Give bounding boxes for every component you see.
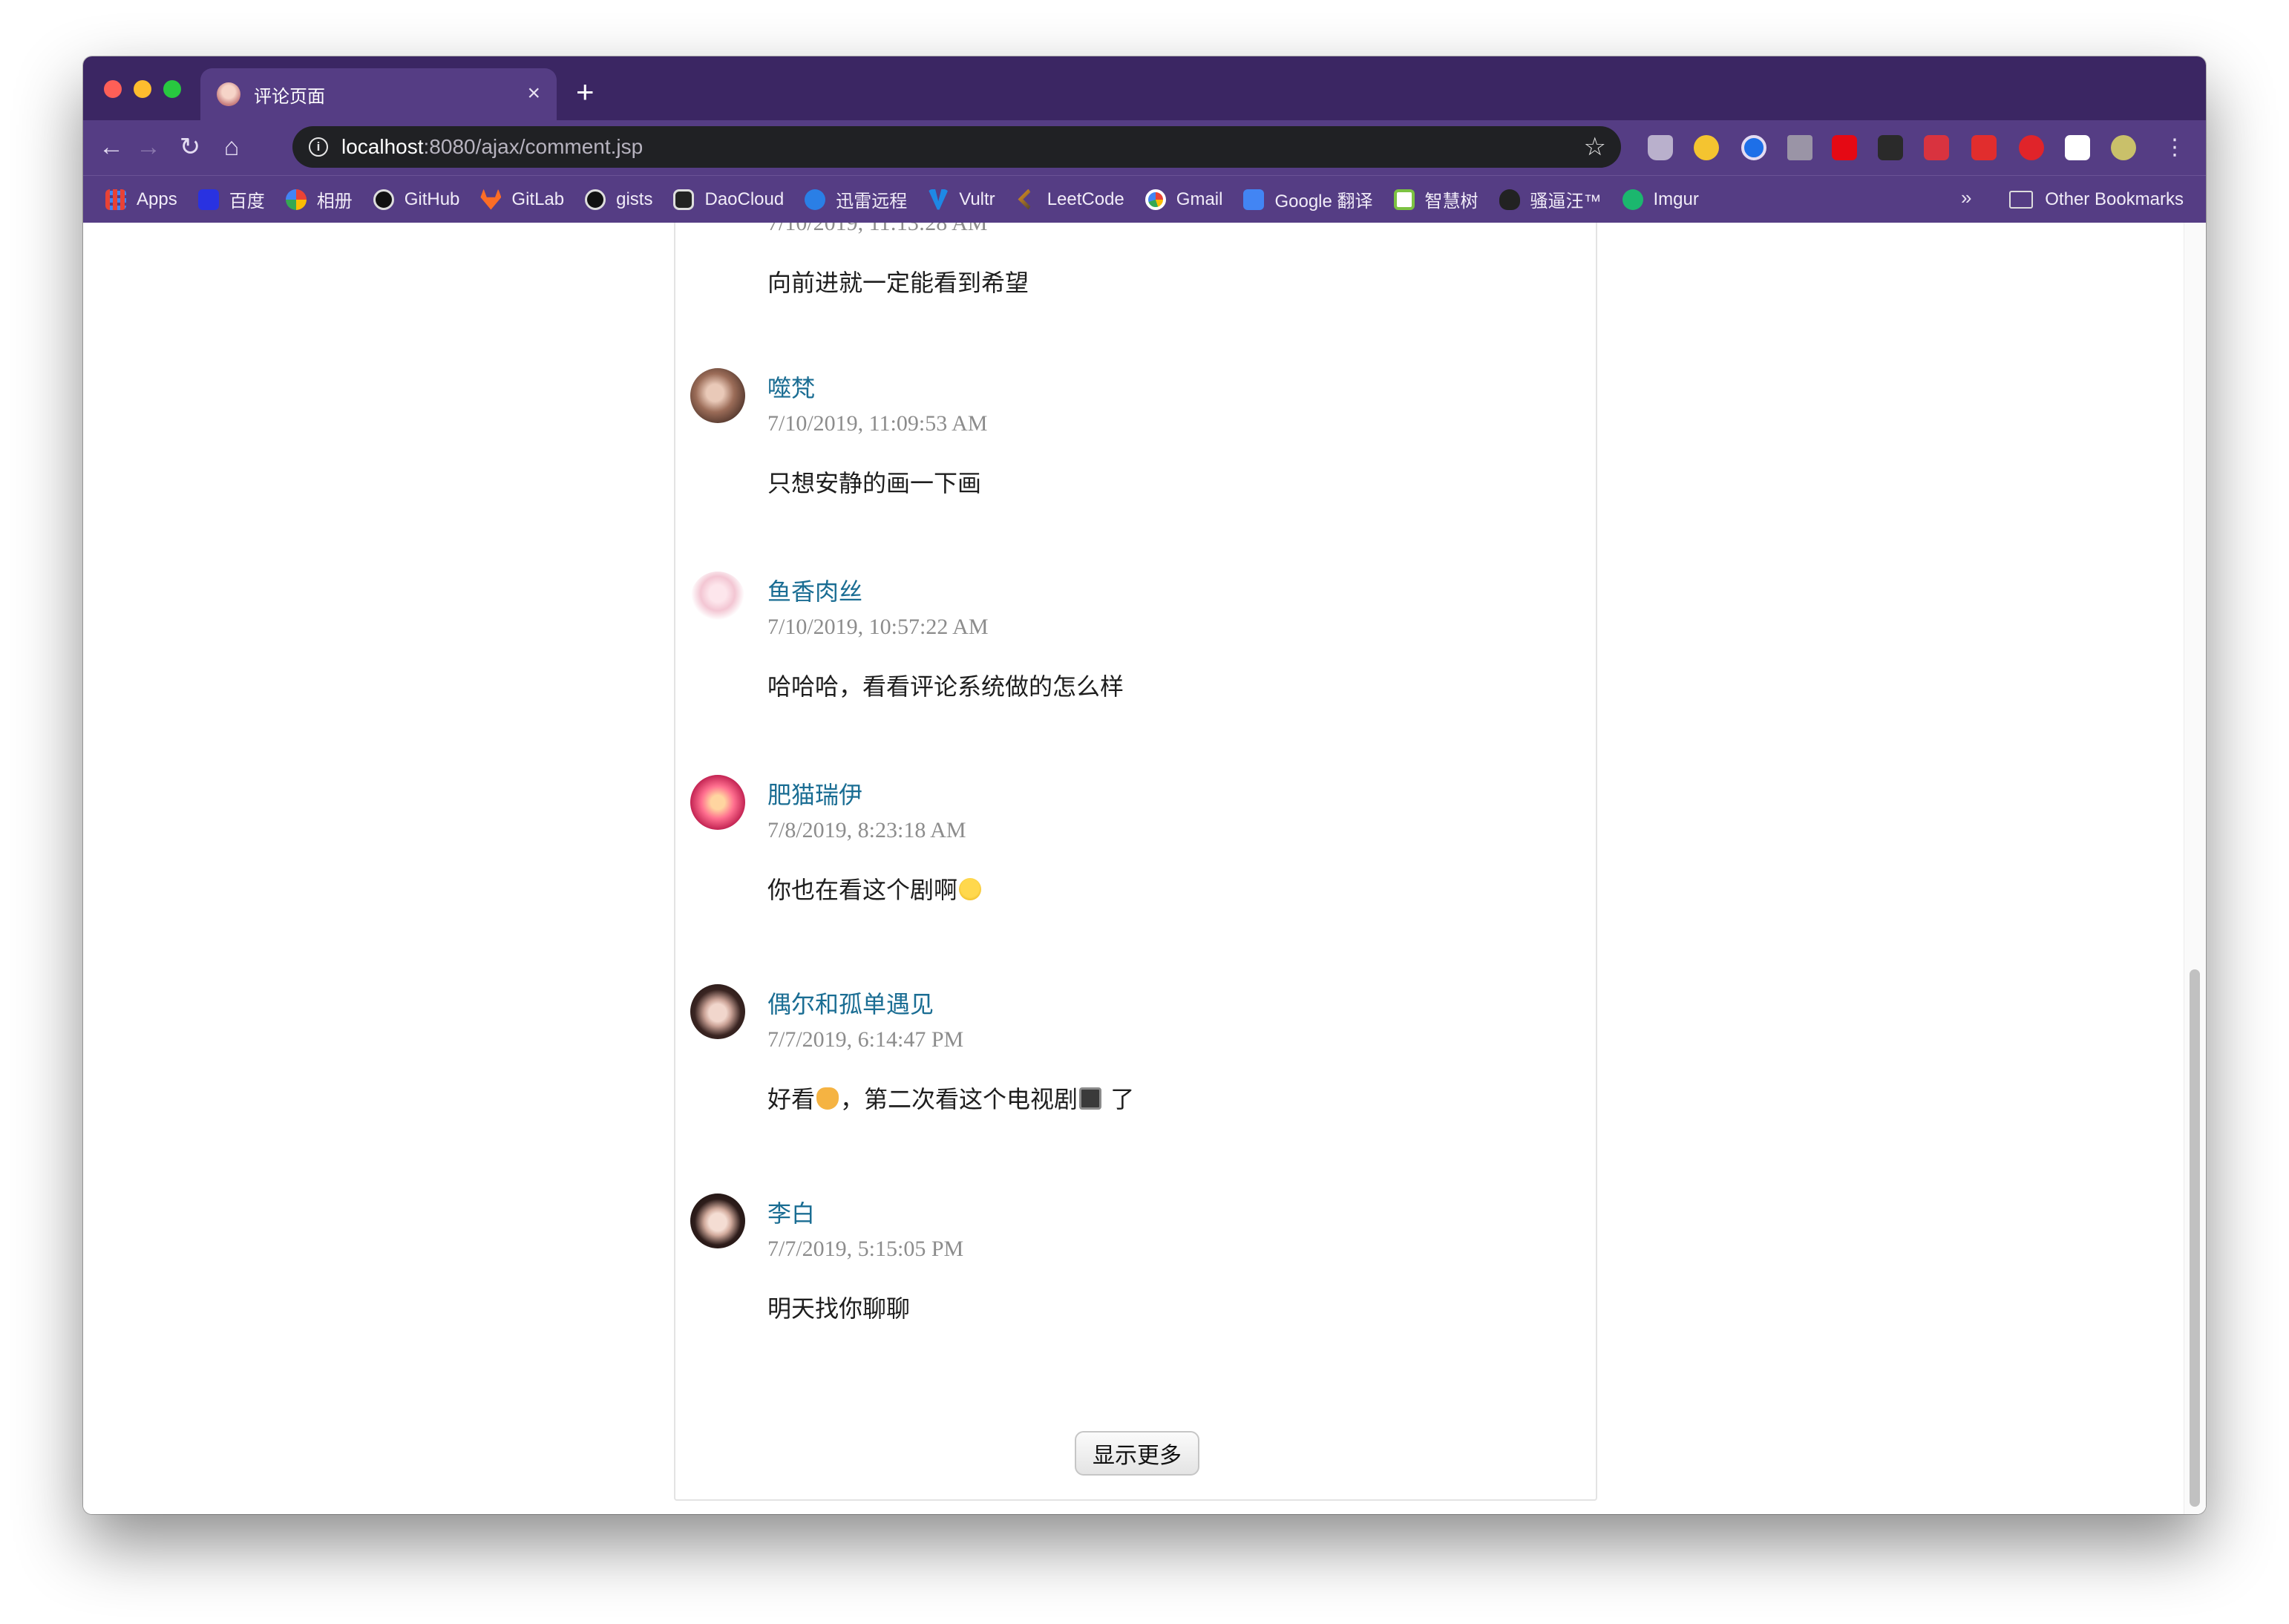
comment-text: 向前进就一定能看到希望 <box>767 269 1029 297</box>
1080-extension-icon[interactable] <box>1971 135 1997 160</box>
bookmark-baidu[interactable]: 百度 <box>197 186 265 212</box>
avatar[interactable] <box>690 775 745 830</box>
bookmarks-overflow-icon[interactable]: » <box>1961 186 1971 209</box>
comment-author[interactable]: 肥猫瑞伊 <box>767 776 862 811</box>
photos-icon <box>285 189 307 210</box>
avatar[interactable] <box>690 984 745 1039</box>
window-zoom-icon[interactable] <box>163 80 181 98</box>
dog-icon <box>1499 189 1520 210</box>
show-more-button[interactable]: 显示更多 <box>1075 1431 1199 1476</box>
url-host: localhost <box>341 135 424 158</box>
page-viewport: 7/10/2019, 11:13:28 AM 向前进就一定能看到希望 噬梵 7/… <box>83 223 2206 1514</box>
browser-window: 评论页面 × + ← → ↻ ⌂ i localhost :8080/ajax/… <box>83 56 2206 1514</box>
xunlei-icon <box>805 189 826 210</box>
comment-time: 7/7/2019, 6:14:47 PM <box>767 1027 964 1052</box>
grinning-emoji-icon <box>959 878 982 900</box>
bookmark-photos[interactable]: 相册 <box>285 186 353 212</box>
github-icon <box>373 189 394 210</box>
comment-time: 7/7/2019, 5:15:05 PM <box>767 1237 964 1261</box>
tab-favicon-icon <box>217 82 240 106</box>
zhihuishu-icon <box>1393 189 1415 210</box>
bookmark-leetcode[interactable]: LeetCode <box>1016 189 1124 210</box>
bookmark-gmail[interactable]: Gmail <box>1144 189 1222 210</box>
window-close-icon[interactable] <box>104 80 122 98</box>
bookmark-zhihuishu[interactable]: 智慧树 <box>1393 186 1478 212</box>
forward-icon[interactable]: → <box>131 129 166 165</box>
comment-text: 好看 ，第二次看这个电视剧 了 <box>767 1085 1135 1113</box>
imgur-icon <box>1622 189 1643 210</box>
home-icon[interactable]: ⌂ <box>214 129 249 165</box>
window-minimize-icon[interactable] <box>134 80 151 98</box>
new-tab-icon[interactable]: + <box>576 76 595 108</box>
tab-title: 评论页面 <box>254 86 325 107</box>
back-icon[interactable]: ← <box>94 129 129 165</box>
bookmark-xunlei[interactable]: 迅雷远程 <box>805 186 907 212</box>
site-info-icon[interactable]: i <box>309 137 328 157</box>
bookmark-dog[interactable]: 骚逼汪™ <box>1499 186 1602 212</box>
browser-chrome: 评论页面 × + ← → ↻ ⌂ i localhost :8080/ajax/… <box>83 56 2206 223</box>
bookmark-daocloud[interactable]: DaoCloud <box>673 189 784 210</box>
bookmark-google-translate[interactable]: Google 翻译 <box>1243 186 1373 212</box>
other-bookmarks-folder[interactable]: Other Bookmarks <box>2009 189 2184 210</box>
comment-time: 7/10/2019, 10:57:22 AM <box>767 615 989 639</box>
profile-avatar[interactable] <box>2111 135 2136 160</box>
comment-author[interactable]: 李白 <box>767 1195 815 1229</box>
weibo-extension-icon[interactable] <box>1694 135 1719 160</box>
netflix-extension-icon[interactable] <box>1832 135 1857 160</box>
bookmark-gitlab[interactable]: GitLab <box>480 189 564 210</box>
comment-text: 明天找你聊聊 <box>767 1294 911 1323</box>
comment-author[interactable]: 偶尔和孤单遇见 <box>767 986 934 1020</box>
tab-comment-page[interactable]: 评论页面 × <box>200 68 557 120</box>
url-path: :8080/ajax/comment.jsp <box>423 135 644 158</box>
scrollbar-thumb[interactable] <box>2190 969 2200 1507</box>
gitlab-icon <box>480 189 502 210</box>
television-emoji-icon <box>1079 1087 1102 1110</box>
glasses-extension-icon[interactable] <box>1878 135 1903 160</box>
scrollbar-track[interactable] <box>2184 223 2206 1514</box>
download-extension-icon[interactable] <box>1787 135 1812 160</box>
bookmarks-bar: Apps 百度 相册 GitHub GitLab gists DaoCloud … <box>83 175 2206 223</box>
bookmark-gists[interactable]: gists <box>585 189 652 210</box>
google-icon <box>1144 189 1166 210</box>
video-extension-icon[interactable] <box>1924 135 1949 160</box>
play-extension-icon[interactable] <box>1741 135 1766 160</box>
menu-dots-icon[interactable]: ⋮ <box>2157 129 2193 165</box>
github-icon <box>585 189 606 210</box>
comment-author[interactable]: 鱼香肉丝 <box>767 573 862 607</box>
avatar[interactable] <box>690 572 745 626</box>
address-bar[interactable]: i localhost :8080/ajax/comment.jsp ☆ <box>292 126 1621 168</box>
shield-extension-icon[interactable] <box>1648 135 1673 160</box>
tab-strip: 评论页面 × + <box>83 56 2206 120</box>
avatar[interactable] <box>690 1194 745 1248</box>
folder-icon <box>2009 191 2034 209</box>
comment-text: 哈哈哈，看看评论系统做的怎么样 <box>767 672 1124 701</box>
apps-grid-icon <box>105 189 126 210</box>
reload-icon[interactable]: ↻ <box>172 129 208 165</box>
baidu-icon <box>197 189 219 210</box>
toolbar: ← → ↻ ⌂ i localhost :8080/ajax/comment.j… <box>83 120 2206 175</box>
comment-text: 你也在看这个剧啊 <box>767 871 983 906</box>
bookmark-github[interactable]: GitHub <box>373 189 459 210</box>
bookmark-vultr[interactable]: Vultr <box>928 189 995 210</box>
comment-time: 7/8/2019, 8:23:18 AM <box>767 818 966 842</box>
fonts-extension-icon[interactable] <box>2065 135 2090 160</box>
comment-time: 7/10/2019, 11:13:28 AM <box>767 223 988 235</box>
yab-extension-icon[interactable] <box>2019 135 2044 160</box>
ok-hand-emoji-icon <box>816 1087 839 1110</box>
tab-close-icon[interactable]: × <box>527 82 540 105</box>
bookmark-star-icon[interactable]: ☆ <box>1584 132 1606 162</box>
comment-time: 7/10/2019, 11:09:53 AM <box>767 411 988 436</box>
comment-author[interactable]: 噬梵 <box>767 370 815 404</box>
avatar[interactable] <box>690 368 745 423</box>
bookmark-apps[interactable]: Apps <box>105 189 177 210</box>
translate-icon <box>1243 189 1265 210</box>
comment-text: 只想安静的画一下画 <box>767 469 982 497</box>
vultr-icon <box>928 189 949 210</box>
comment-list-card: 7/10/2019, 11:13:28 AM 向前进就一定能看到希望 噬梵 7/… <box>674 223 1597 1501</box>
daocloud-icon <box>673 189 695 210</box>
leetcode-icon <box>1018 189 1031 210</box>
bookmark-imgur[interactable]: Imgur <box>1622 189 1699 210</box>
